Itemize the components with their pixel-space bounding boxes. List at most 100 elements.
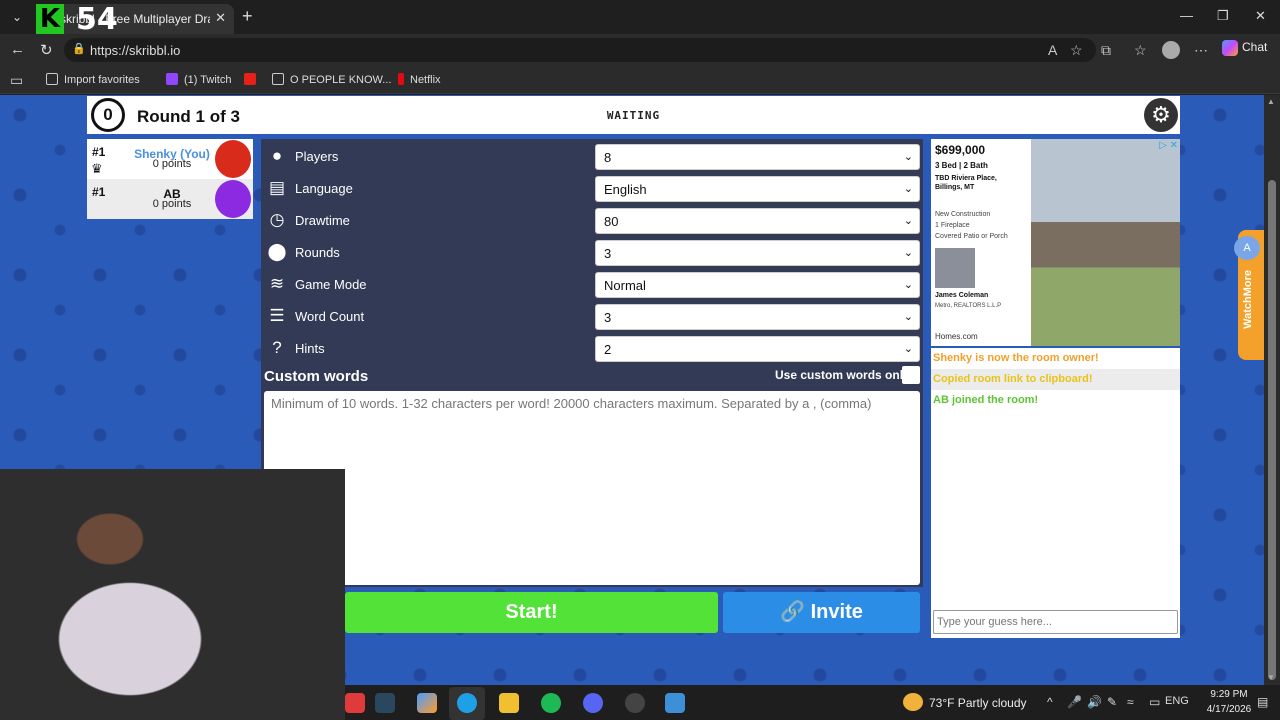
read-aloud-icon[interactable]: A bbox=[1048, 42, 1057, 58]
fav-twitch[interactable]: (1) Twitch bbox=[166, 73, 231, 86]
minimize-icon[interactable]: — bbox=[1180, 8, 1193, 23]
gamemode-select[interactable]: Normal ⌄ bbox=[595, 272, 920, 298]
reload-icon[interactable]: ↻ bbox=[40, 41, 53, 59]
site-info-icon[interactable]: 🔒 bbox=[72, 42, 86, 55]
player-avatar bbox=[215, 140, 251, 178]
ad-feature: Covered Patio or Porch bbox=[935, 233, 1008, 240]
scroll-thumb[interactable] bbox=[1268, 180, 1276, 680]
tab-close-icon[interactable]: ✕ bbox=[215, 10, 226, 26]
setting-players: ● Players 8 ⌄ bbox=[261, 144, 923, 170]
store-icon[interactable] bbox=[499, 693, 519, 713]
obs-icon[interactable] bbox=[625, 693, 645, 713]
chevron-down-icon: ⌄ bbox=[903, 247, 913, 259]
volume-icon[interactable]: 🔊 bbox=[1087, 695, 1102, 709]
fav-people-label: O PEOPLE KNOW... bbox=[290, 74, 392, 86]
game-status: WAITING bbox=[606, 109, 661, 122]
pen-icon[interactable]: ✎ bbox=[1107, 695, 1117, 709]
language-select[interactable]: English ⌄ bbox=[595, 176, 920, 202]
setting-label: Word Count bbox=[295, 309, 365, 324]
setting-rounds: ⬤ Rounds 3 ⌄ bbox=[261, 240, 923, 266]
owner-crown-icon: ♛ bbox=[91, 161, 103, 176]
fav-netflix[interactable]: Netflix bbox=[398, 73, 441, 86]
page-scrollbar[interactable]: ▲ ▼ bbox=[1264, 95, 1280, 685]
youtube-icon bbox=[244, 73, 256, 85]
copilot-icon[interactable] bbox=[417, 693, 437, 713]
wifi-icon[interactable]: ≈ bbox=[1127, 695, 1134, 709]
select-value: 3 bbox=[604, 246, 612, 261]
settings-gear-icon[interactable]: ⚙ bbox=[1144, 98, 1178, 132]
players-select[interactable]: 8 ⌄ bbox=[595, 144, 920, 170]
extensions-icon[interactable]: ⧉ bbox=[1101, 42, 1111, 59]
tray-overflow-icon[interactable]: ^ bbox=[1047, 695, 1053, 709]
setting-language: ▤ Language English ⌄ bbox=[261, 176, 923, 202]
fav-import[interactable]: Import favorites bbox=[46, 73, 140, 86]
url-text: https://skribbl.io bbox=[90, 43, 181, 58]
hints-select[interactable]: 2 ⌄ bbox=[595, 336, 920, 362]
maximize-icon[interactable]: ❐ bbox=[1217, 8, 1229, 24]
url-field[interactable]: 🔒 https://skribbl.io bbox=[64, 38, 1096, 62]
invite-label: Invite bbox=[810, 601, 863, 623]
translate-icon[interactable]: A bbox=[1234, 236, 1260, 260]
chat-message: AB joined the room! bbox=[933, 394, 1039, 406]
scroll-down-icon[interactable]: ▼ bbox=[1267, 673, 1275, 682]
drawtime-select[interactable]: 80 ⌄ bbox=[595, 208, 920, 234]
invite-button[interactable]: 🔗 Invite bbox=[723, 592, 920, 633]
back-icon[interactable]: ← bbox=[10, 41, 25, 58]
steam-icon[interactable] bbox=[375, 693, 395, 713]
fav-youtube[interactable] bbox=[244, 73, 262, 86]
fav-twitch-label: (1) Twitch bbox=[184, 74, 232, 86]
page-icon bbox=[272, 73, 284, 85]
select-value: 2 bbox=[604, 342, 612, 357]
guess-input[interactable]: Type your guess here... bbox=[933, 610, 1178, 634]
advertisement[interactable]: $699,000 3 Bed | 2 Bath TBD Riviera Plac… bbox=[931, 139, 1180, 346]
battery-icon[interactable]: ▭ bbox=[1149, 695, 1160, 709]
setting-label: Drawtime bbox=[295, 213, 350, 228]
player-points: 0 points bbox=[152, 158, 192, 170]
ad-agent-photo bbox=[935, 248, 975, 288]
chevron-down-icon: ⌄ bbox=[903, 215, 913, 227]
ad-choices-icon[interactable]: ▷ ✕ bbox=[1159, 140, 1178, 151]
select-value: English bbox=[604, 182, 647, 197]
rounds-select[interactable]: 3 ⌄ bbox=[595, 240, 920, 266]
mic-icon[interactable]: 🎤 bbox=[1067, 695, 1082, 709]
close-window-icon[interactable]: ✕ bbox=[1255, 8, 1266, 24]
tab-list-dropdown[interactable]: ⌄ bbox=[6, 7, 28, 27]
ad-address-line2: Billings, MT bbox=[935, 184, 975, 191]
weather-text[interactable]: 73°F Partly cloudy bbox=[929, 696, 1027, 710]
custom-words-title: Custom words bbox=[264, 368, 369, 385]
browser-tab[interactable]: skribbl - Free Multiplayer Drawing ✕ bbox=[36, 4, 234, 34]
setting-label: Hints bbox=[295, 341, 325, 356]
clock-time[interactable]: 9:29 PM bbox=[1204, 689, 1254, 700]
profile-avatar[interactable] bbox=[1162, 41, 1180, 59]
lobby-settings-panel: ● Players 8 ⌄ ▤ Language English ⌄ ◷ Drawt… bbox=[261, 139, 923, 587]
scroll-up-icon[interactable]: ▲ bbox=[1267, 97, 1275, 106]
sidebar-toggle-icon[interactable]: ▭ bbox=[10, 72, 23, 89]
spotify-icon[interactable] bbox=[541, 693, 561, 713]
custom-words-textarea[interactable]: Minimum of 10 words. 1-32 characters per… bbox=[264, 391, 920, 585]
weather-icon[interactable] bbox=[903, 693, 923, 711]
clock-date[interactable]: 4/17/2026 bbox=[1204, 704, 1254, 715]
favorite-star-icon[interactable]: ☆ bbox=[1070, 42, 1083, 59]
ad-agent-name: James Coleman bbox=[935, 292, 989, 299]
player-row[interactable]: #1 ♛ Shenky (You) 0 points bbox=[87, 139, 253, 179]
fav-people[interactable]: O PEOPLE KNOW... bbox=[272, 73, 391, 86]
app-window-icon[interactable] bbox=[665, 693, 685, 713]
favorites-icon[interactable]: ☆ bbox=[1134, 42, 1147, 59]
discord-icon[interactable] bbox=[583, 693, 603, 713]
player-row[interactable]: #1 AB 0 points bbox=[87, 179, 253, 219]
edge-icon[interactable] bbox=[457, 693, 477, 713]
ad-feature: 1 Fireplace bbox=[935, 222, 970, 229]
player-rank: #1 bbox=[92, 145, 106, 159]
custom-words-only-checkbox[interactable] bbox=[902, 366, 920, 384]
copilot-chat-button[interactable]: Chat bbox=[1222, 40, 1267, 56]
chevron-down-icon: ⌄ bbox=[903, 311, 913, 323]
language-indicator[interactable]: ENG bbox=[1165, 695, 1189, 707]
more-menu-icon[interactable]: ⋯ bbox=[1194, 42, 1208, 59]
ad-house-image bbox=[1031, 139, 1180, 346]
new-tab-icon[interactable]: + bbox=[242, 6, 253, 27]
app-icon[interactable] bbox=[345, 693, 365, 713]
notifications-icon[interactable]: ▤ bbox=[1257, 695, 1268, 709]
setting-label: Language bbox=[295, 181, 353, 196]
start-button[interactable]: Start! bbox=[345, 592, 718, 633]
wordcount-select[interactable]: 3 ⌄ bbox=[595, 304, 920, 330]
